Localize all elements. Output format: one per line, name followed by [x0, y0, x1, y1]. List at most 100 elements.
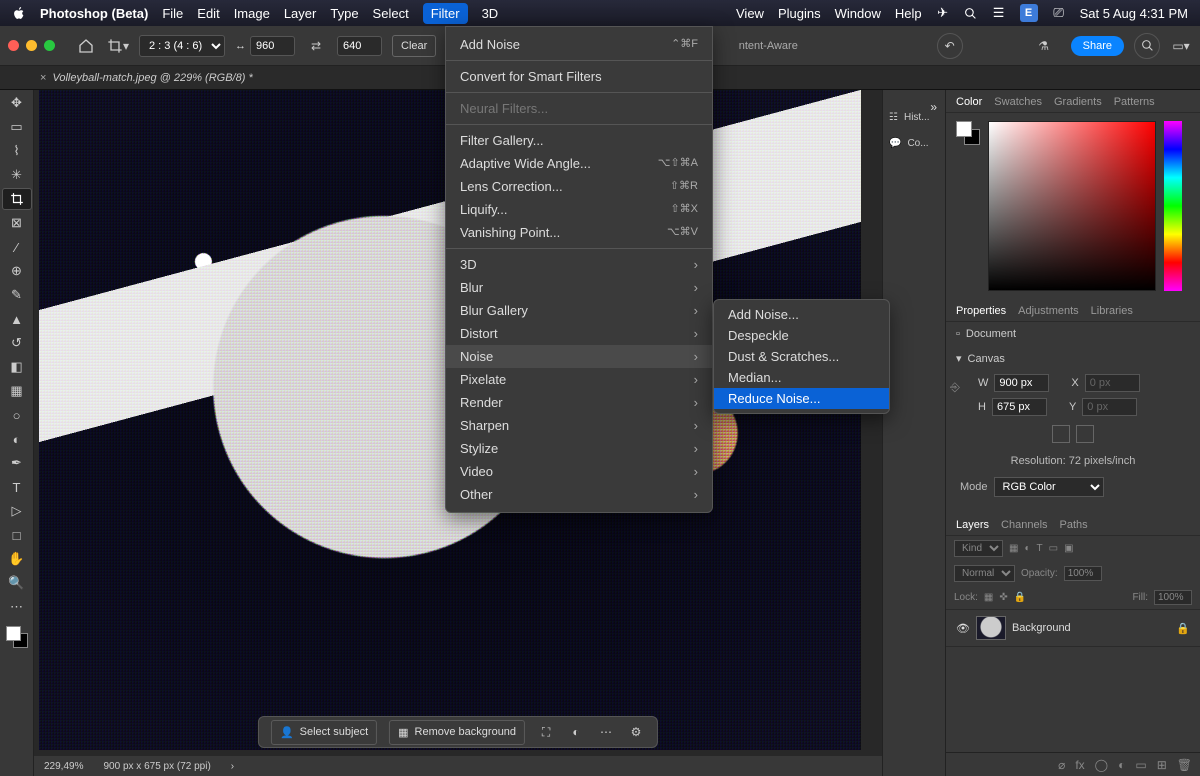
- tab-libraries[interactable]: Libraries: [1091, 305, 1133, 317]
- expand-icon[interactable]: »: [930, 100, 937, 114]
- comments-panel-tab[interactable]: 💬 Co...: [883, 130, 945, 156]
- shape-tool[interactable]: □: [2, 524, 32, 546]
- tab-properties[interactable]: Properties: [956, 305, 1006, 317]
- mi-noise[interactable]: Noise: [446, 345, 712, 368]
- filter-adj-icon[interactable]: ◐: [1024, 543, 1030, 554]
- mi-lens[interactable]: Lens Correction...⇧⌘R: [446, 175, 712, 198]
- mi-adaptive[interactable]: Adaptive Wide Angle...⌥⇧⌘A: [446, 152, 712, 175]
- clock[interactable]: Sat 5 Aug 4:31 PM: [1080, 6, 1188, 21]
- lock-all-icon[interactable]: 🔒: [1014, 592, 1026, 603]
- menu-file[interactable]: File: [162, 6, 183, 21]
- mi-other[interactable]: Other: [446, 483, 712, 506]
- mi-sharpen[interactable]: Sharpen: [446, 414, 712, 437]
- share-button[interactable]: Share: [1071, 36, 1124, 56]
- menu-edit[interactable]: Edit: [197, 6, 219, 21]
- apple-icon[interactable]: [12, 6, 26, 20]
- list-icon[interactable]: ☰: [992, 6, 1006, 20]
- path-tool[interactable]: ▷: [2, 500, 32, 522]
- menu-filter[interactable]: Filter: [423, 3, 468, 24]
- mi-convert-smart[interactable]: Convert for Smart Filters: [446, 65, 712, 88]
- user-badge[interactable]: E: [1020, 4, 1038, 22]
- minimize-window[interactable]: [26, 40, 37, 51]
- mi-blur-gallery[interactable]: Blur Gallery: [446, 299, 712, 322]
- tab-adjustments[interactable]: Adjustments: [1018, 305, 1079, 317]
- mi-render[interactable]: Render: [446, 391, 712, 414]
- menu-view[interactable]: View: [736, 6, 764, 21]
- tab-gradients[interactable]: Gradients: [1054, 96, 1102, 108]
- close-window[interactable]: [8, 40, 19, 51]
- settings-icon[interactable]: ⚙: [627, 723, 645, 741]
- workspace-icon[interactable]: ▭▾: [1170, 35, 1192, 57]
- new-layer-icon[interactable]: ⊞: [1157, 758, 1167, 772]
- wand-tool[interactable]: ✳: [2, 164, 32, 186]
- app-name[interactable]: Photoshop (Beta): [40, 6, 148, 21]
- mi-add-noise[interactable]: Add Noise⌃⌘F: [446, 33, 712, 56]
- crop-tool-icon[interactable]: ▾: [107, 35, 129, 57]
- menu-image[interactable]: Image: [234, 6, 270, 21]
- filter-pix-icon[interactable]: ▦: [1009, 543, 1018, 554]
- dodge-tool[interactable]: ◐: [2, 428, 32, 450]
- menu-help[interactable]: Help: [895, 6, 922, 21]
- mask-icon[interactable]: ◯: [1095, 758, 1108, 772]
- more-tools[interactable]: ⋯: [2, 596, 32, 618]
- fill-input[interactable]: [1154, 590, 1192, 605]
- group-icon[interactable]: ▭: [1135, 758, 1146, 772]
- tab-patterns[interactable]: Patterns: [1114, 96, 1155, 108]
- pen-tool[interactable]: ✒: [2, 452, 32, 474]
- mi-neural[interactable]: Neural Filters...: [446, 97, 712, 120]
- eraser-tool[interactable]: ◧: [2, 356, 32, 378]
- remove-bg-button[interactable]: ▦Remove background: [389, 720, 525, 745]
- canvas-h-input[interactable]: [992, 398, 1047, 416]
- type-tool[interactable]: T: [2, 476, 32, 498]
- menu-plugins[interactable]: Plugins: [778, 6, 821, 21]
- fg-bg-swatch[interactable]: [6, 626, 28, 648]
- sm-despeckle[interactable]: Despeckle: [714, 325, 889, 346]
- fx-icon[interactable]: fx: [1075, 758, 1084, 772]
- filter-shape-icon[interactable]: ▭: [1049, 543, 1058, 554]
- lock-pix-icon[interactable]: ▦: [984, 592, 993, 603]
- trash-icon[interactable]: 🗑: [1177, 758, 1192, 772]
- mi-distort[interactable]: Distort: [446, 322, 712, 345]
- home-icon[interactable]: [75, 35, 97, 57]
- stamp-tool[interactable]: ▲: [2, 308, 32, 330]
- menu-window[interactable]: Window: [835, 6, 881, 21]
- eyedropper-tool[interactable]: ⁄: [2, 236, 32, 258]
- blend-mode-select[interactable]: Normal: [954, 565, 1015, 582]
- mi-3d[interactable]: 3D: [446, 253, 712, 276]
- adj-layer-icon[interactable]: ◐: [1118, 758, 1125, 772]
- tab-channels[interactable]: Channels: [1001, 519, 1047, 531]
- sm-median[interactable]: Median...: [714, 367, 889, 388]
- clear-button[interactable]: Clear: [392, 35, 436, 57]
- filter-smart-icon[interactable]: ▣: [1064, 543, 1073, 554]
- sm-dust[interactable]: Dust & Scratches...: [714, 346, 889, 367]
- lock-pos-icon[interactable]: ✜: [999, 592, 1007, 603]
- more-icon[interactable]: ⋯: [597, 723, 615, 741]
- mi-pixelate[interactable]: Pixelate: [446, 368, 712, 391]
- orientation-icons[interactable]: [946, 419, 1200, 449]
- zoom-level[interactable]: 229,49%: [44, 761, 83, 772]
- transform-icon[interactable]: ⛶: [537, 723, 555, 741]
- move-tool[interactable]: ✥: [2, 92, 32, 114]
- search-icon[interactable]: [964, 6, 978, 20]
- sm-add-noise[interactable]: Add Noise...: [714, 304, 889, 325]
- mi-gallery[interactable]: Filter Gallery...: [446, 129, 712, 152]
- mi-stylize[interactable]: Stylize: [446, 437, 712, 460]
- heal-tool[interactable]: ⊕: [2, 260, 32, 282]
- swap-icon[interactable]: ⇄: [305, 35, 327, 57]
- crop-h-input[interactable]: [337, 36, 382, 56]
- mi-vanish[interactable]: Vanishing Point...⌥⌘V: [446, 221, 712, 244]
- mi-liquify[interactable]: Liquify...⇧⌘X: [446, 198, 712, 221]
- adjust-icon[interactable]: ◐: [567, 723, 585, 741]
- visibility-icon[interactable]: 👁: [956, 622, 970, 635]
- menu-select[interactable]: Select: [373, 6, 409, 21]
- lasso-tool[interactable]: ⌇: [2, 140, 32, 162]
- frame-tool[interactable]: ⊠: [2, 212, 32, 234]
- blur-tool[interactable]: ○: [2, 404, 32, 426]
- select-subject-button[interactable]: 👤Select subject: [271, 720, 377, 745]
- tab-color[interactable]: Color: [956, 96, 982, 108]
- maximize-window[interactable]: [44, 40, 55, 51]
- menu-layer[interactable]: Layer: [284, 6, 317, 21]
- telegram-icon[interactable]: ✈: [936, 6, 950, 20]
- history-brush[interactable]: ↺: [2, 332, 32, 354]
- zoom-tool[interactable]: 🔍: [2, 572, 32, 594]
